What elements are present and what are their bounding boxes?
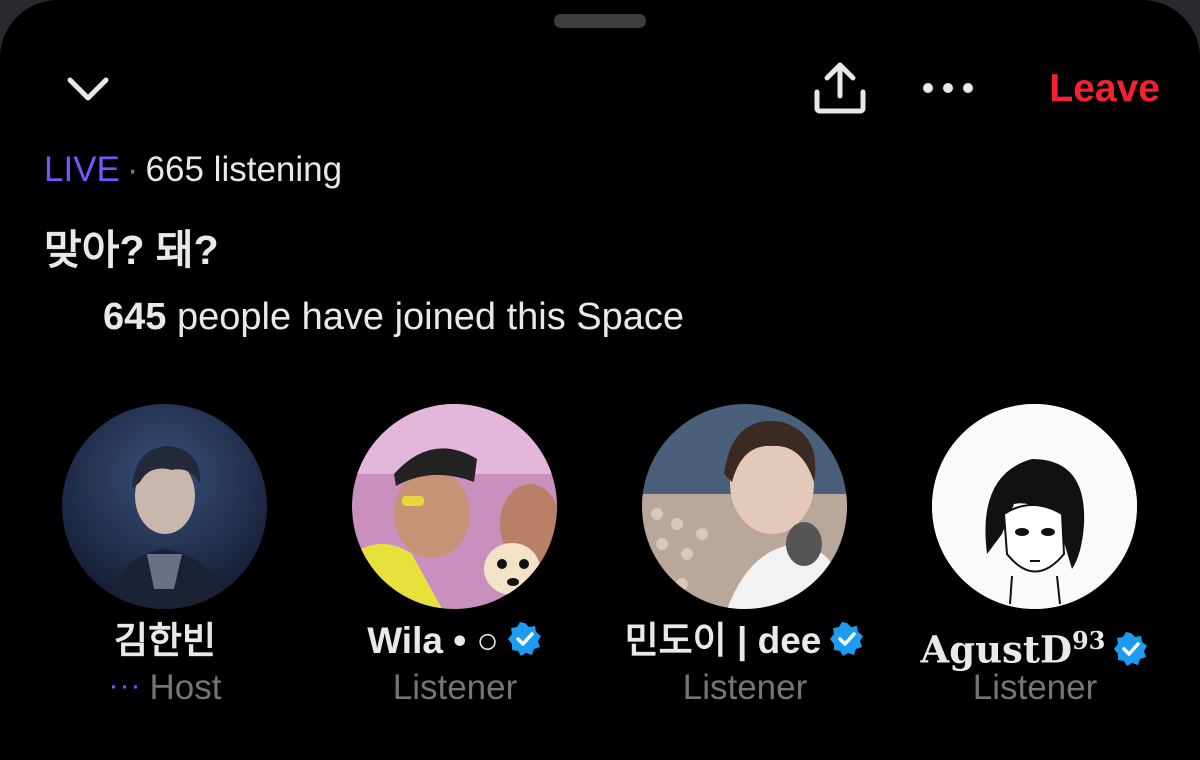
participant-role: Listener <box>682 668 808 707</box>
avatar[interactable] <box>352 404 557 609</box>
joined-count: 645 <box>103 296 167 338</box>
avatar[interactable] <box>932 404 1137 609</box>
separator: · <box>126 150 139 189</box>
chevron-down-icon[interactable] <box>62 68 114 112</box>
verified-icon <box>1114 631 1148 666</box>
space-status: LIVE · 665 listening <box>44 147 342 193</box>
live-label: LIVE <box>44 150 120 189</box>
participant-role: Listener <box>972 668 1098 707</box>
participant-role: Listener <box>392 668 518 707</box>
drag-handle[interactable] <box>554 14 646 28</box>
share-icon[interactable] <box>810 60 870 116</box>
space-sheet: Leave LIVE · 665 listening 맞아? 돼? 645 peop… <box>0 0 1200 760</box>
participant-name: 민도이 | dee <box>600 616 890 666</box>
verified-icon <box>830 622 864 657</box>
leave-button[interactable]: Leave <box>1010 62 1160 116</box>
joined-summary: 645 people have joined this Space <box>103 292 684 342</box>
speaking-indicator: ··· <box>108 669 142 702</box>
participant-name: 김한빈 <box>113 620 217 661</box>
joined-text: people have joined this Space <box>166 296 685 338</box>
more-icon[interactable] <box>918 72 978 104</box>
participant-role: ··· Host <box>108 668 222 707</box>
avatar[interactable] <box>642 404 847 609</box>
listening-count: 665 listening <box>145 150 343 189</box>
verified-icon <box>507 622 541 657</box>
space-title: 맞아? 돼? <box>44 227 219 273</box>
participant-name: Wila • ○ <box>310 616 600 666</box>
name-superscript: 93 <box>1072 626 1106 655</box>
avatar[interactable] <box>62 404 267 609</box>
